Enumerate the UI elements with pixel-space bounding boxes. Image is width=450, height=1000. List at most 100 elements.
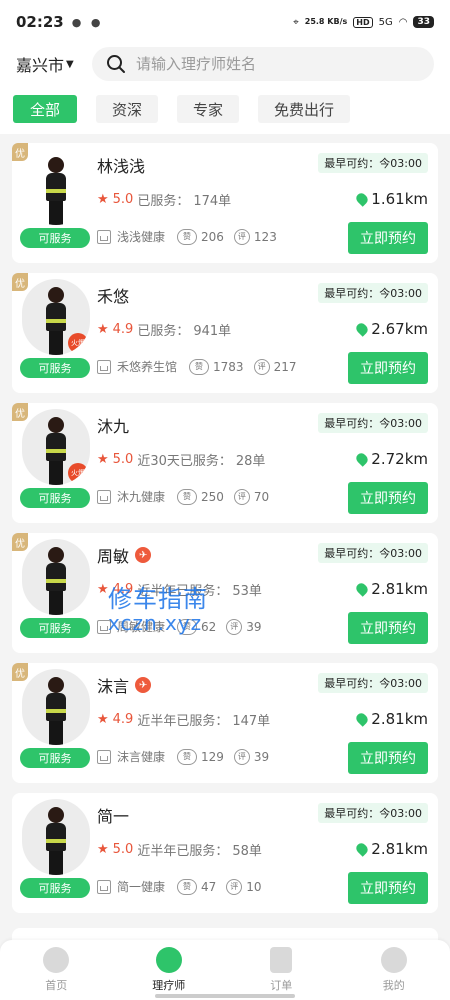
like-count: 47 [201,879,217,894]
therapist-card[interactable]: 优 火爆 可服务 沐九 ★ 5.0 近30天已服务： 28单 沐九健康 赞 25… [12,403,438,523]
order-count: 147单 [232,714,271,729]
book-now-button[interactable]: 立即预约 [348,482,428,514]
therapist-stats: ★ 5.0 近半年已服务： 58单 [97,840,262,859]
signal-icon: 5G [378,16,393,28]
order-count: 58单 [232,844,262,859]
review-count: 39 [246,619,262,634]
therapist-avatar[interactable] [22,669,90,745]
review-icon: 评 [233,488,250,505]
review-icon: 评 [253,358,270,375]
running-icon: ✈ [135,677,152,693]
like-count: 129 [201,749,224,764]
therapist-name: 禾悠 [97,287,130,306]
available-status: 可服务 [20,618,90,638]
shop-icon [97,749,111,764]
therapist-name: 简一 [97,807,130,826]
avatar-figure-body [46,173,66,201]
filter-tabs: 全部 资深 专家 免费出行 [0,84,450,134]
like-icon: 赞 [177,488,198,505]
search-input[interactable] [136,55,376,73]
therapist-stats: ★ 4.9 近半年已服务： 147单 [97,710,270,729]
therapist-avatar[interactable] [22,539,90,615]
therapist-card[interactable]: 优 可服务 周敏 ✈ ★ 4.9 近半年已服务： 53单 周敏健康 赞 62 评… [12,533,438,653]
avatar-figure-head [48,547,64,563]
star-icon: ★ [97,842,109,857]
distance: 2.81km [354,840,428,858]
home-indicator [155,994,295,998]
nav-therapist[interactable]: 理疗师 [113,940,226,1000]
star-icon: ★ [97,712,109,727]
service-label: 近30天已服务： [137,454,232,469]
book-now-button[interactable]: 立即预约 [348,872,428,904]
location-pin-icon [354,581,371,597]
therapist-card[interactable]: 优 火爆 可服务 禾悠 ★ 4.9 已服务： 941单 禾悠养生馆 赞 1783… [12,273,438,393]
caret-down-icon: ▼ [66,58,74,70]
review-count: 39 [253,749,270,764]
rating: 5.0 [112,842,134,857]
review-count: 10 [246,879,262,894]
earliest-available: 最早可约： 今03:00 [318,673,428,693]
therapist-card[interactable]: 可服务 简一 ★ 5.0 近半年已服务： 58单 简一健康 赞 47 评 10 … [12,793,438,913]
available-status: 可服务 [20,748,90,768]
profile-icon [380,947,407,973]
therapist-stats: ★ 5.0 近30天已服务： 28单 [97,450,265,469]
therapist-stats: ★ 4.9 已服务： 941单 [97,320,231,339]
nav-home[interactable]: 首页 [0,940,113,1000]
search-bar[interactable] [92,47,434,81]
avatar-figure-head [48,287,64,303]
therapist-stats: ★ 5.0 已服务： 174单 [97,190,231,209]
notification-icons: ● ● [71,15,104,29]
therapist-avatar[interactable]: 火爆 [22,279,90,355]
therapist-meta: 禾悠养生馆 赞 1783 评 217 [97,358,306,375]
rating: 4.9 [112,322,134,337]
therapist-avatar[interactable]: 火爆 [22,409,90,485]
watermark: 修车指南 xczn.xyz [108,585,208,635]
nav-orders[interactable]: 订单 [225,940,338,1000]
review-count: 217 [273,359,297,374]
city-selector[interactable]: 嘉兴市 ▼ [16,52,92,76]
book-now-button[interactable]: 立即预约 [348,352,428,384]
hot-icon: 火爆 [68,333,88,353]
location-pin-icon [354,711,371,727]
tab-expert[interactable]: 专家 [177,95,240,123]
therapist-avatar[interactable] [22,149,90,225]
therapist-name-row: 周敏 ✈ [97,543,152,567]
like-icon: 赞 [189,358,210,375]
rating: 5.0 [112,192,134,207]
review-count: 70 [253,489,270,504]
shop-icon [97,229,111,244]
book-now-button[interactable]: 立即预约 [348,742,428,774]
premium-badge: 优 [12,143,28,161]
therapist-card[interactable]: 优 可服务 林浅浅 ★ 5.0 已服务： 174单 浅浅健康 赞 206 评 1… [12,143,438,263]
shop-icon [97,359,111,374]
therapist-name-row: 禾悠 [97,283,129,307]
tab-senior[interactable]: 资深 [96,95,159,123]
order-count: 53单 [232,584,262,599]
avatar-figure-legs [49,461,63,485]
service-label: 已服务： [137,194,190,209]
book-now-button[interactable]: 立即预约 [348,612,428,644]
wifi-icon: ◠ [398,16,408,28]
shop-icon [97,489,111,504]
service-label: 已服务： [137,324,190,339]
location-pin-icon [354,321,371,337]
hot-icon: 火爆 [68,463,88,483]
net-speed: 25.8 KB/s [304,17,348,26]
available-status: 可服务 [20,228,90,248]
star-icon: ★ [97,582,109,597]
rating: 5.0 [112,452,134,467]
premium-badge: 优 [12,403,28,421]
avatar-figure-head [48,157,64,173]
tab-all[interactable]: 全部 [13,95,77,123]
nav-profile[interactable]: 我的 [338,940,450,1000]
therapist-meta: 浅浅健康 赞 206 评 123 [97,228,287,245]
avatar-figure-body [46,303,66,331]
avatar-figure-body [46,823,66,851]
like-count: 1783 [213,359,244,374]
distance: 2.67km [354,320,428,338]
star-icon: ★ [97,322,109,337]
therapist-avatar[interactable] [22,799,90,875]
book-now-button[interactable]: 立即预约 [348,222,428,254]
therapist-card[interactable]: 优 可服务 沫言 ✈ ★ 4.9 近半年已服务： 147单 沫言健康 赞 129… [12,663,438,783]
tab-free-travel[interactable]: 免费出行 [258,95,351,123]
